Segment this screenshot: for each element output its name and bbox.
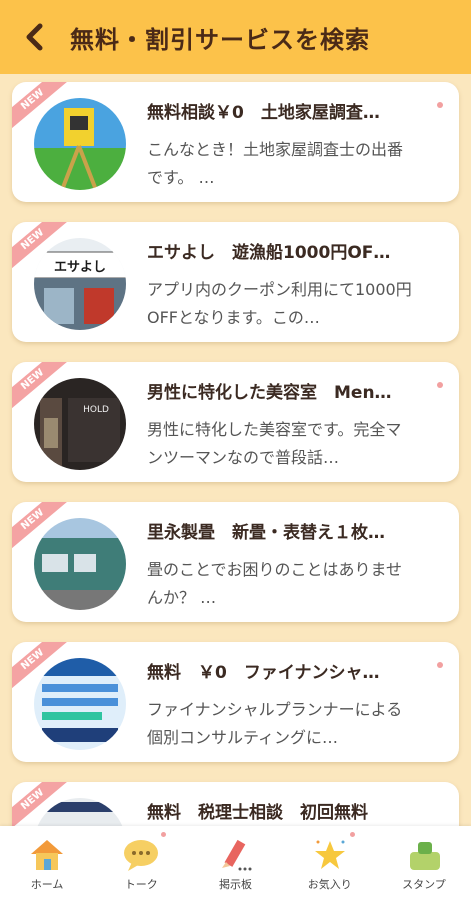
chevron-left-icon: [26, 23, 43, 51]
item-description: 畳のことでお困りのことはありませんか？ …: [147, 560, 403, 607]
thumb-sign-text: エサよし: [54, 260, 106, 275]
pencil-icon: [221, 839, 251, 871]
talk-bubble-icon: [124, 840, 159, 871]
list-item[interactable]: NEW 無料 税理士相談 初回無料: [12, 782, 459, 826]
notification-dot: [161, 832, 167, 837]
service-list[interactable]: NEW 無料相談￥0 土地家屋調査… こんなとき！土地家屋調査士の出番です。 ……: [0, 74, 471, 826]
tab-talk[interactable]: トーク: [94, 826, 188, 900]
star-icon: [314, 840, 345, 869]
tab-stamp[interactable]: スタンプ: [377, 826, 471, 900]
bottom-tab-bar: ホーム トーク 掲示板 お気入り スタンプ: [0, 826, 471, 900]
tab-label: お気入り: [307, 878, 352, 891]
tab-label: トーク: [124, 878, 158, 891]
list-item[interactable]: NEW エサよし エサよし 遊漁船1000円OF… アプリ内のクーポン利用にて1…: [12, 222, 459, 342]
back-button[interactable]: [0, 0, 70, 74]
thumbnail-tatami-shop: [34, 518, 126, 610]
list-item[interactable]: NEW 無料相談￥0 土地家屋調査… こんなとき！土地家屋調査士の出番です。 …: [12, 82, 459, 202]
item-description: アプリ内のクーポン利用にて1000円OFFとなります。この…: [147, 280, 412, 327]
app-header: 無料・割引サービスを検索: [0, 0, 471, 74]
item-title: 里永製畳 新畳・表替え１枚…: [147, 523, 385, 543]
item-description: ファイナンシャルプランナーによる個別コンサルティングに…: [147, 700, 403, 747]
notification-dot: [349, 832, 355, 837]
list-item[interactable]: NEW 無料 ￥0 ファイナンシャ… ファイナンシャルプランナーによる個別コンサ…: [12, 642, 459, 762]
thumbnail-tax-office: [34, 798, 126, 826]
tab-favorites[interactable]: お気入り: [283, 826, 377, 900]
tab-home[interactable]: ホーム: [0, 826, 94, 900]
tab-board[interactable]: 掲示板: [188, 826, 282, 900]
tab-label: スタンプ: [402, 878, 446, 891]
stamp-icon: [409, 842, 440, 870]
item-title: 無料 ￥0 ファイナンシャ…: [147, 663, 380, 683]
item-description: こんなとき！土地家屋調査士の出番です。 …: [147, 140, 404, 187]
thumbnail-surveyor: [34, 98, 126, 190]
item-title: エサよし 遊漁船1000円OF…: [147, 243, 391, 263]
page-title: 無料・割引サービスを検索: [70, 25, 370, 54]
unread-dot: [437, 662, 443, 668]
thumbnail-flyer: [34, 658, 126, 750]
item-title: 男性に特化した美容室 Men…: [147, 383, 392, 403]
list-item[interactable]: NEW 里永製畳 新畳・表替え１枚… 畳のことでお困りのことはありませんか？ …: [12, 502, 459, 622]
tab-label: 掲示板: [219, 878, 252, 891]
thumbnail-salon: HOLD: [34, 378, 126, 470]
thumbnail-shop: エサよし: [34, 238, 126, 330]
unread-dot: [437, 382, 443, 388]
item-title: 無料相談￥0 土地家屋調査…: [147, 103, 380, 123]
thumb-sign-text: HOLD: [83, 405, 109, 415]
home-icon: [31, 840, 64, 870]
item-description: 男性に特化した美容室です。完全マンツーマンなので普段話…: [147, 420, 402, 467]
item-title: 無料 税理士相談 初回無料: [147, 803, 368, 823]
tab-label: ホーム: [30, 878, 64, 891]
unread-dot: [437, 102, 443, 108]
list-item[interactable]: NEW HOLD 男性に特化した美容室 Men… 男性に特化した美容室です。完全…: [12, 362, 459, 482]
